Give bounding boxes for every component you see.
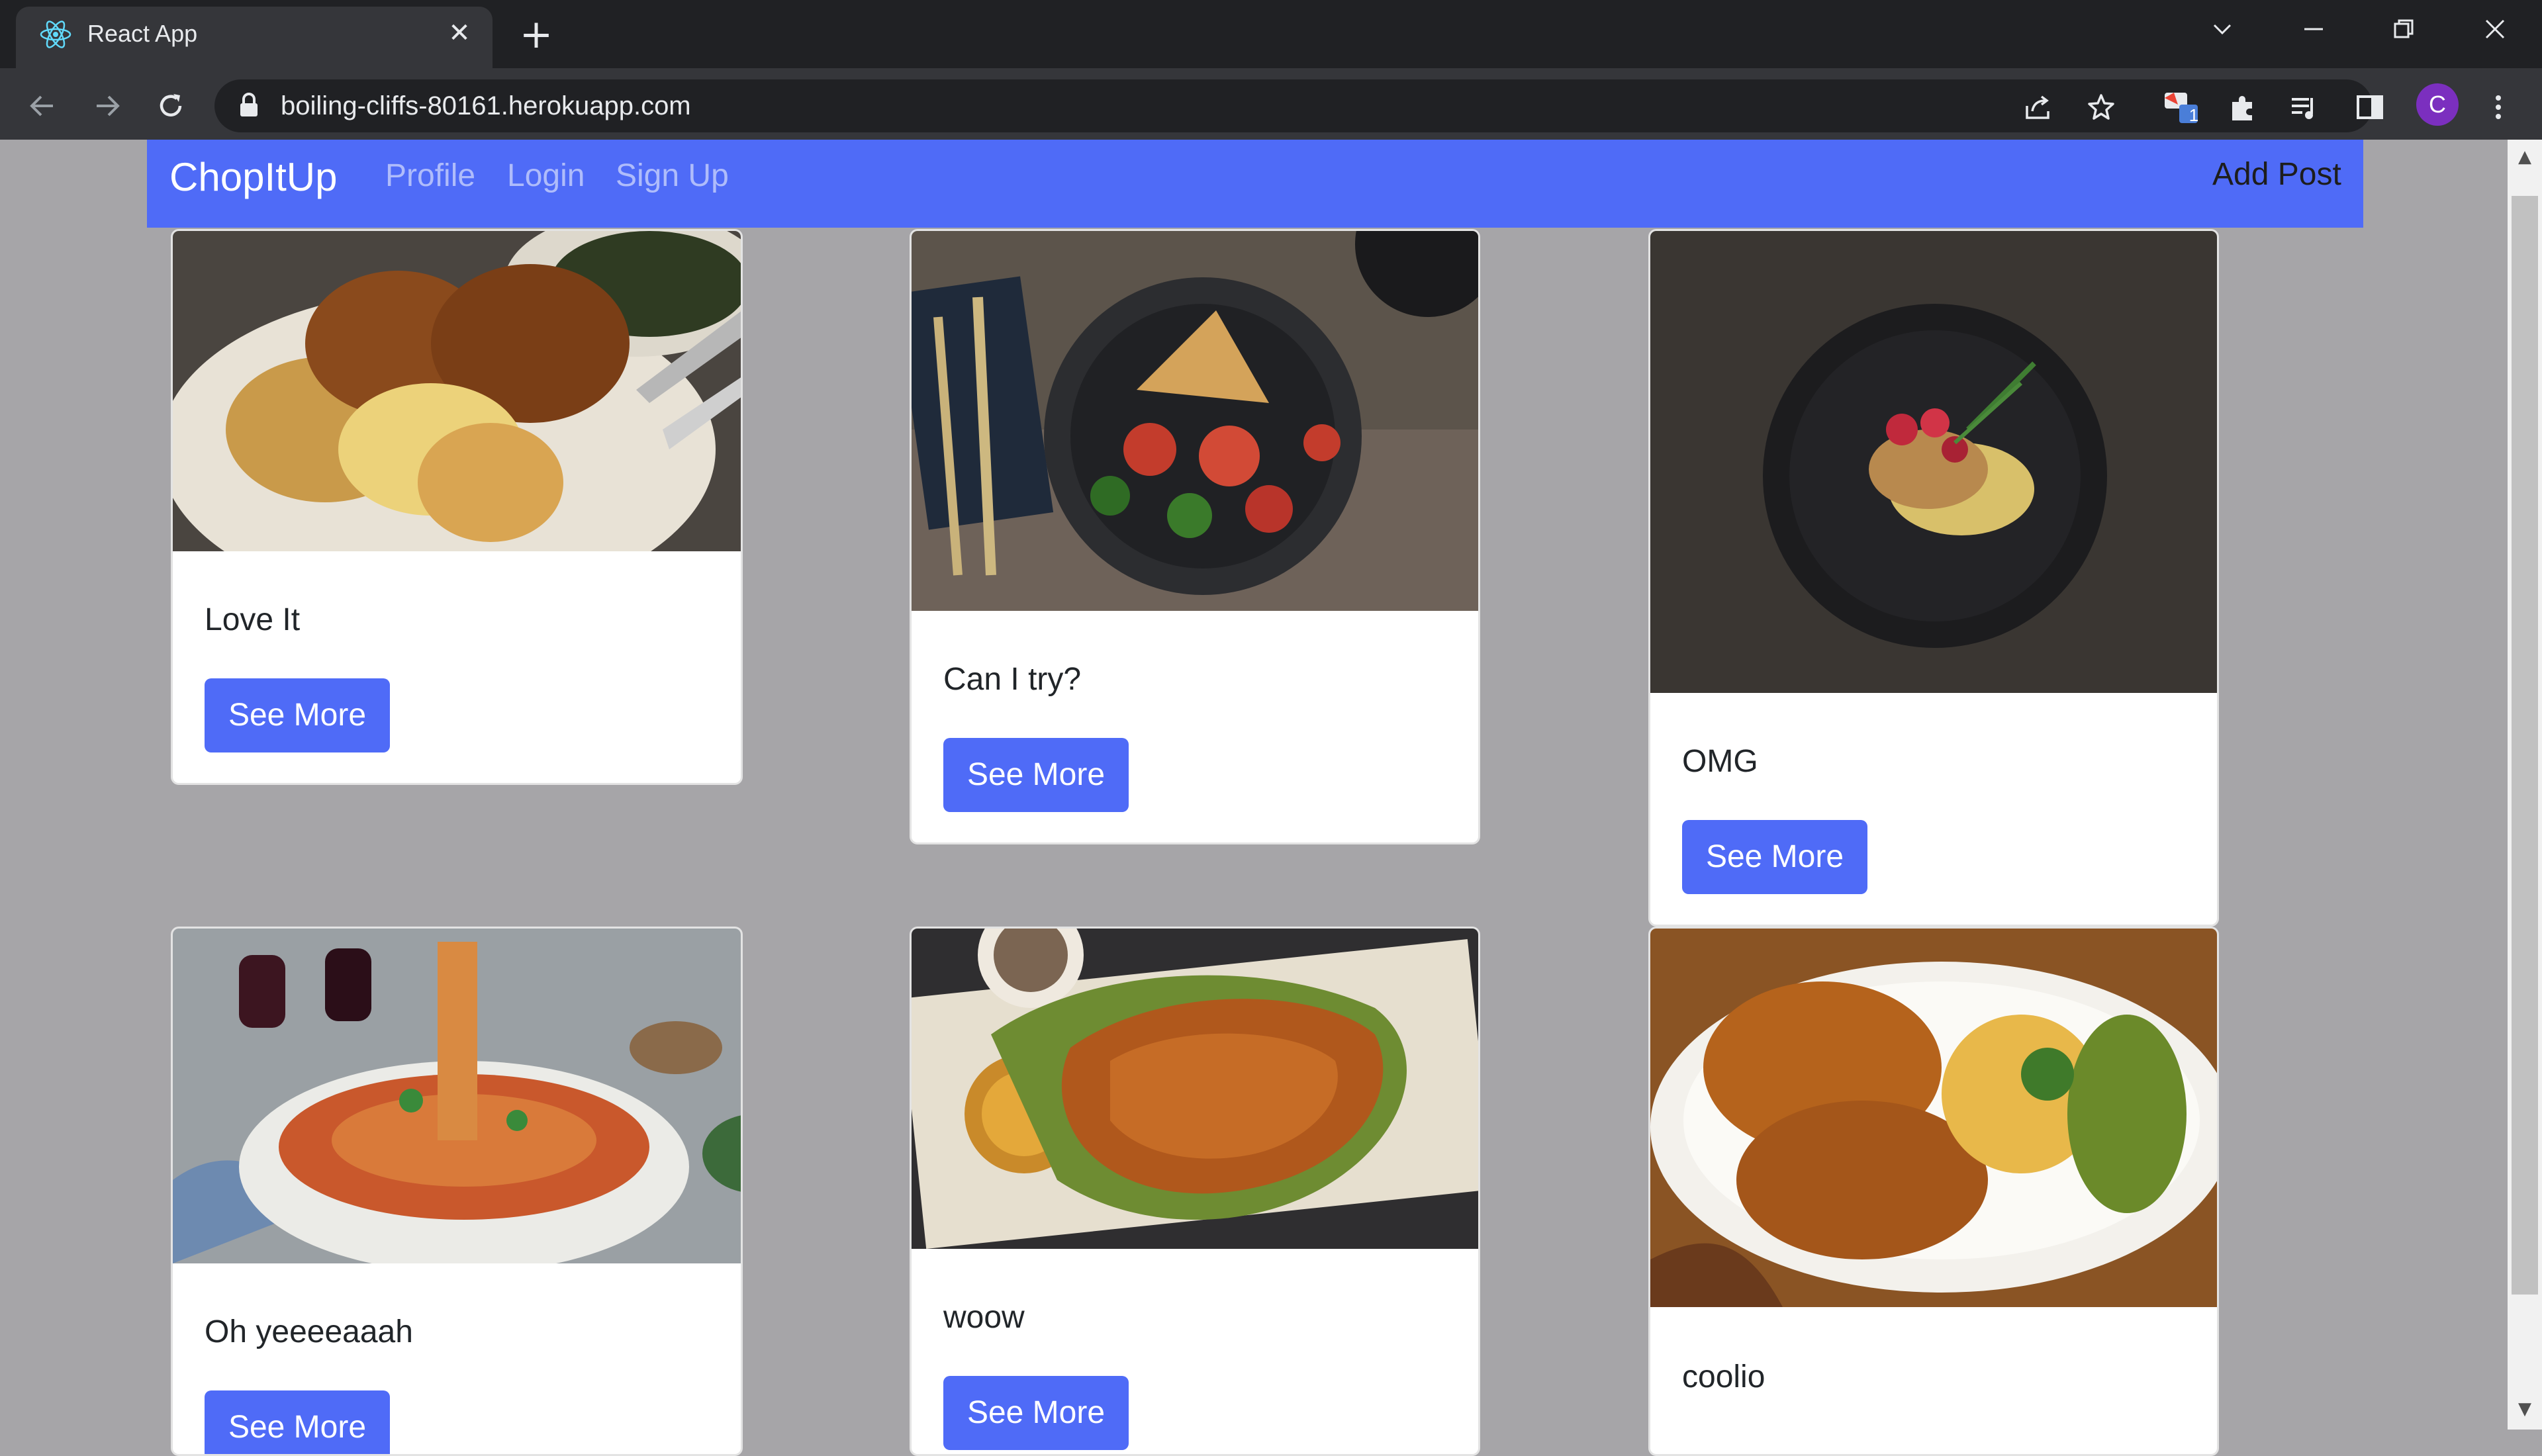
see-more-button[interactable]: See More — [205, 678, 390, 752]
fried-chicken-mashed-potatoes-photo — [173, 231, 741, 551]
roast-chicken-platter-photo — [912, 929, 1478, 1249]
reload-icon[interactable] — [147, 82, 195, 130]
lock-icon[interactable] — [236, 90, 262, 120]
tab-search-icon[interactable] — [2192, 9, 2252, 49]
see-more-button[interactable]: See More — [205, 1390, 390, 1454]
post-card: Oh yeeeeaaah See More — [171, 927, 743, 1456]
scroll-down-icon[interactable]: ▼ — [2513, 1399, 2537, 1423]
share-icon[interactable] — [2019, 89, 2056, 126]
brand-logo[interactable]: ChopItUp — [169, 150, 337, 205]
scroll-up-icon[interactable]: ▲ — [2513, 147, 2537, 171]
scrollbar-thumb[interactable] — [2512, 196, 2538, 1295]
nav-link-profile[interactable]: Profile — [385, 154, 475, 199]
forward-icon[interactable] — [83, 82, 131, 130]
post-card: Love It See More — [171, 229, 743, 785]
restore-icon[interactable] — [2374, 9, 2433, 49]
tab-title: React App — [87, 20, 198, 47]
post-title: Can I try? — [943, 662, 1082, 697]
see-more-button[interactable]: See More — [1682, 820, 1867, 894]
post-title: Oh yeeeeaaah — [205, 1314, 413, 1349]
fried-chicken-mac-peas-photo — [1650, 929, 2217, 1307]
nav-link-sign-up[interactable]: Sign Up — [616, 154, 729, 199]
post-card: OMG See More — [1648, 229, 2219, 927]
close-tab-icon[interactable]: ✕ — [441, 15, 478, 52]
extension-badge-count: 1 — [2189, 105, 2199, 125]
plated-dish-dark-plate-photo — [1650, 231, 2217, 693]
add-post-link[interactable]: Add Post — [2212, 152, 2341, 197]
back-icon[interactable] — [19, 82, 66, 130]
extensions-puzzle-icon[interactable] — [2222, 86, 2264, 128]
bookmark-star-icon[interactable] — [2083, 89, 2120, 126]
minimize-icon[interactable] — [2284, 9, 2343, 49]
post-title: Love It — [205, 602, 301, 637]
url-text[interactable]: boiling-cliffs-80161.herokuapp.com — [281, 87, 691, 124]
post-title: woow — [943, 1300, 1025, 1335]
new-tab-button[interactable]: + — [515, 15, 557, 57]
side-panel-icon[interactable] — [2349, 86, 2391, 128]
post-title: OMG — [1682, 744, 1758, 779]
nav-link-login[interactable]: Login — [507, 154, 585, 199]
post-card: coolio — [1648, 927, 2219, 1456]
profile-avatar[interactable]: C — [2416, 83, 2459, 126]
post-card: Can I try? See More — [910, 229, 1480, 844]
media-queue-icon[interactable] — [2283, 86, 2325, 128]
app-navbar — [147, 140, 2363, 228]
more-menu-icon[interactable] — [2477, 86, 2519, 128]
post-title: coolio — [1682, 1359, 1765, 1394]
spaghetti-bowl-photo — [173, 929, 741, 1263]
close-window-icon[interactable] — [2465, 9, 2525, 49]
quiche-salad-plate-photo — [912, 231, 1478, 611]
see-more-button[interactable]: See More — [943, 738, 1129, 812]
post-card: woow See More — [910, 927, 1480, 1456]
react-icon — [38, 17, 73, 52]
see-more-button[interactable]: See More — [943, 1376, 1129, 1450]
